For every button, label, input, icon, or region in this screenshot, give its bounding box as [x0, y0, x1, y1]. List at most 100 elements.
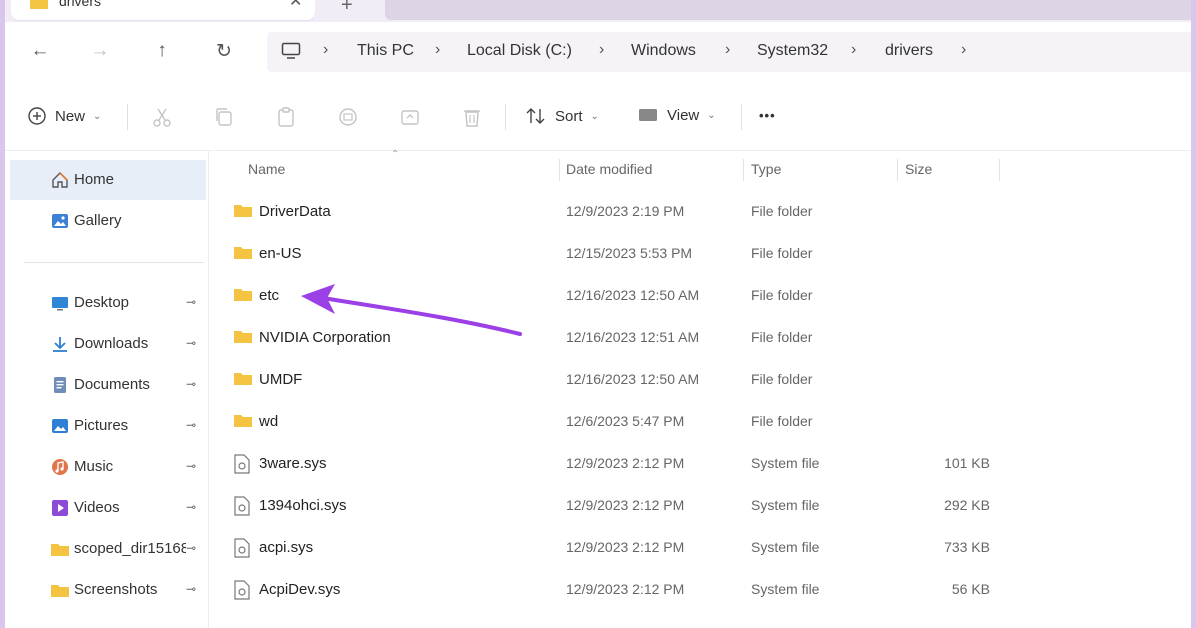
- column-header-size[interactable]: Size: [905, 161, 932, 177]
- copy-icon[interactable]: [213, 106, 235, 128]
- system-file-icon: [234, 454, 250, 474]
- sidebar-item-downloads[interactable]: Downloads ⊸: [10, 324, 206, 364]
- system-file-icon: [234, 538, 250, 558]
- folder-icon: [51, 585, 69, 597]
- pin-icon[interactable]: ⊸: [186, 377, 196, 391]
- gallery-icon: [52, 214, 68, 228]
- file-date: 12/9/2023 2:12 PM: [566, 497, 685, 513]
- pin-icon[interactable]: ⊸: [186, 500, 196, 514]
- sidebar-item-home[interactable]: Home: [10, 160, 206, 200]
- file-row[interactable]: DriverData 12/9/2023 2:19 PM File folder: [213, 191, 1003, 233]
- address-bar[interactable]: › This PC › Local Disk (C:) › Windows › …: [267, 32, 1191, 72]
- file-type: File folder: [751, 203, 813, 219]
- file-row[interactable]: acpi.sys 12/9/2023 2:12 PM System file 7…: [213, 527, 1003, 569]
- pin-icon[interactable]: ⊸: [186, 582, 196, 596]
- file-row[interactable]: en-US 12/15/2023 5:53 PM File folder: [213, 233, 1003, 275]
- refresh-button[interactable]: ↻: [211, 38, 237, 64]
- file-row[interactable]: etc 12/16/2023 12:50 AM File folder: [213, 275, 1003, 317]
- close-icon[interactable]: ✕: [289, 0, 302, 11]
- view-icon: [639, 109, 657, 121]
- command-bar: New ⌄ Sort ⌄ View ⌄ •••: [5, 82, 1191, 151]
- cut-icon[interactable]: [151, 106, 173, 128]
- new-button[interactable]: New ⌄: [27, 106, 101, 126]
- paste-icon[interactable]: [275, 106, 297, 128]
- file-type: System file: [751, 539, 820, 555]
- pin-icon[interactable]: ⊸: [186, 459, 196, 473]
- breadcrumb-drivers[interactable]: drivers: [885, 42, 933, 60]
- file-name: 3ware.sys: [259, 455, 327, 472]
- pin-icon[interactable]: ⊸: [186, 295, 196, 309]
- view-button[interactable]: View ⌄: [637, 106, 716, 124]
- column-divider[interactable]: [897, 159, 898, 181]
- column-divider[interactable]: [559, 159, 560, 181]
- pin-icon[interactable]: ⊸: [186, 541, 196, 555]
- breadcrumb-windows[interactable]: Windows: [631, 42, 696, 60]
- plus-circle-icon: [28, 107, 46, 125]
- breadcrumb-separator: ›: [323, 41, 329, 58]
- tab-drivers[interactable]: drivers ✕: [11, 0, 315, 20]
- sidebar-item-label: Gallery: [74, 212, 122, 229]
- system-file-icon: [234, 496, 250, 516]
- more-options-button[interactable]: •••: [759, 108, 776, 123]
- file-list: ⌃ Name Date modified Type Size DriverDat…: [213, 149, 1191, 628]
- file-type: File folder: [751, 329, 813, 345]
- new-tab-button[interactable]: +: [341, 0, 353, 17]
- navigation-bar: ← → ↑ ↻ › This PC › Local Disk (C:) › Wi…: [5, 22, 1191, 82]
- up-button[interactable]: ↑: [149, 38, 175, 64]
- column-header-date[interactable]: Date modified: [566, 161, 652, 177]
- sidebar-item-pictures[interactable]: Pictures ⊸: [10, 406, 206, 446]
- share-icon[interactable]: [399, 106, 421, 128]
- file-row[interactable]: 1394ohci.sys 12/9/2023 2:12 PM System fi…: [213, 485, 1003, 527]
- tab-strip: drivers ✕ +: [5, 0, 1191, 22]
- file-row[interactable]: AcpiDev.sys 12/9/2023 2:12 PM System fil…: [213, 569, 1003, 611]
- sort-button[interactable]: Sort ⌄: [525, 106, 599, 126]
- divider: [24, 262, 204, 263]
- column-divider[interactable]: [743, 159, 744, 181]
- file-name: en-US: [259, 245, 302, 262]
- breadcrumb-local-disk[interactable]: Local Disk (C:): [467, 42, 572, 60]
- file-name: NVIDIA Corporation: [259, 329, 391, 346]
- file-type: System file: [751, 581, 820, 597]
- sort-label: Sort: [555, 107, 583, 125]
- back-button[interactable]: ←: [27, 38, 53, 64]
- column-header-type[interactable]: Type: [751, 161, 781, 177]
- sidebar-item-scoped-dir[interactable]: scoped_dir15168 ⊸: [10, 529, 206, 569]
- folder-icon: [234, 331, 252, 343]
- chevron-down-icon: ⌄: [707, 109, 716, 121]
- breadcrumb-system32[interactable]: System32: [757, 42, 828, 60]
- file-size: 56 KB: [951, 581, 990, 597]
- file-date: 12/16/2023 12:50 AM: [566, 287, 700, 303]
- view-label: View: [667, 106, 700, 124]
- column-header-name[interactable]: Name: [248, 161, 285, 177]
- forward-button[interactable]: →: [87, 38, 113, 64]
- file-name: etc: [259, 287, 280, 304]
- file-size: 733 KB: [944, 539, 990, 555]
- file-row[interactable]: 3ware.sys 12/9/2023 2:12 PM System file …: [213, 443, 1003, 485]
- pin-icon[interactable]: ⊸: [186, 418, 196, 432]
- file-date: 12/6/2023 5:47 PM: [566, 413, 685, 429]
- sidebar-item-label: Desktop: [74, 294, 130, 311]
- file-date: 12/9/2023 2:19 PM: [566, 203, 685, 219]
- delete-icon[interactable]: [461, 106, 483, 128]
- sidebar-item-music[interactable]: Music ⊸: [10, 447, 206, 487]
- sidebar-item-gallery[interactable]: Gallery: [10, 201, 206, 241]
- breadcrumb-separator: ›: [435, 41, 441, 58]
- rename-icon[interactable]: [337, 106, 359, 128]
- documents-icon: [54, 377, 66, 393]
- pin-icon[interactable]: ⊸: [186, 336, 196, 350]
- sidebar-item-documents[interactable]: Documents ⊸: [10, 365, 206, 405]
- file-row[interactable]: wd 12/6/2023 5:47 PM File folder: [213, 401, 1003, 443]
- computer-icon: [281, 42, 301, 65]
- sidebar-item-desktop[interactable]: Desktop ⊸: [10, 283, 206, 323]
- column-divider[interactable]: [999, 159, 1000, 181]
- breadcrumb-this-pc[interactable]: This PC: [357, 42, 414, 60]
- file-row[interactable]: UMDF 12/16/2023 12:50 AM File folder: [213, 359, 1003, 401]
- breadcrumb-separator[interactable]: ›: [961, 41, 966, 59]
- file-row[interactable]: NVIDIA Corporation 12/16/2023 12:51 AM F…: [213, 317, 1003, 359]
- sidebar-item-videos[interactable]: Videos ⊸: [10, 488, 206, 528]
- folder-icon: [234, 205, 252, 217]
- sidebar-item-screenshots[interactable]: Screenshots ⊸: [10, 570, 206, 610]
- downloads-icon: [53, 337, 67, 352]
- breadcrumb-separator: ›: [851, 41, 857, 58]
- folder-icon: [234, 373, 252, 385]
